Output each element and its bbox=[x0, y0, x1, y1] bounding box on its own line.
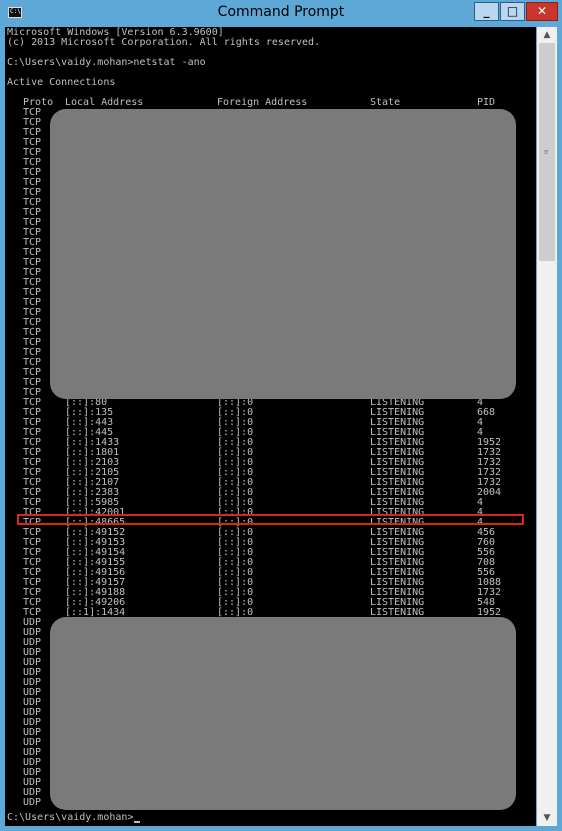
column-header-row: Proto Local Address Foreign Address State PI… bbox=[7, 98, 532, 108]
text-cursor bbox=[134, 821, 141, 823]
scroll-thumb[interactable]: ≡ bbox=[539, 43, 555, 261]
redacted-block-udp bbox=[50, 617, 516, 810]
command-prompt-window: Command Prompt _ □ ✕ Microsoft Windows [… bbox=[0, 0, 562, 831]
header-line: (c) 2013 Microsoft Corporation. All righ… bbox=[7, 37, 321, 48]
pid-cell: PID bbox=[477, 97, 496, 108]
state-cell: State bbox=[370, 97, 401, 108]
foreign-address-cell: Foreign Address bbox=[217, 97, 308, 108]
command-line: C:\Users\vaidy.mohan>netstat -ano bbox=[7, 57, 206, 68]
close-button[interactable]: ✕ bbox=[526, 2, 558, 21]
scroll-down-arrow-icon[interactable]: ▼ bbox=[537, 810, 557, 826]
prompt-text: C:\Users\vaidy.mohan> bbox=[7, 812, 134, 823]
command-prompt-line[interactable]: C:\Users\vaidy.mohan> bbox=[7, 812, 141, 823]
section-heading: Active Connections bbox=[7, 77, 116, 88]
vertical-scrollbar[interactable]: ▲ ≡ ▼ bbox=[537, 27, 557, 826]
highlighted-row-marker bbox=[17, 514, 524, 525]
console-output[interactable]: Microsoft Windows [Version 6.3.9600] (c) … bbox=[5, 27, 536, 826]
maximize-button[interactable]: □ bbox=[500, 2, 525, 21]
minimize-button[interactable]: _ bbox=[474, 2, 499, 21]
scroll-up-arrow-icon[interactable]: ▲ bbox=[537, 27, 557, 43]
redacted-block-tcp bbox=[50, 109, 516, 399]
scroll-grip-icon: ≡ bbox=[544, 148, 549, 156]
title-bar[interactable]: Command Prompt _ □ ✕ bbox=[0, 0, 562, 26]
local-address-cell: Local Address bbox=[65, 97, 144, 108]
proto-cell: UDP bbox=[23, 797, 42, 808]
